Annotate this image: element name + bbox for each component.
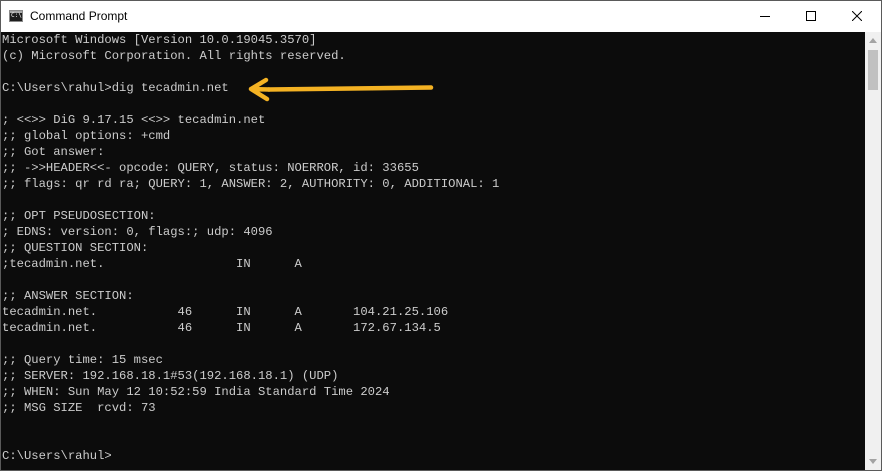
command-prompt-icon[interactable]: C:\ [9, 10, 23, 22]
arrow-left-icon [248, 77, 434, 102]
console-line: tecadmin.net. 46 IN A 104.21.25.106 [2, 305, 449, 319]
maximize-icon [806, 11, 816, 21]
console-line: ;; global options: +cmd [2, 129, 171, 143]
console-line: ; EDNS: version: 0, flags:; udp: 4096 [2, 225, 273, 239]
command-prompt-window: C:\ Command Prompt Microsoft Windows [Ve… [0, 0, 882, 471]
console-line: ;; OPT PSEUDOSECTION: [2, 209, 156, 223]
chevron-up-icon [869, 38, 877, 43]
vertical-scrollbar[interactable] [865, 32, 881, 470]
console-line: (c) Microsoft Corporation. All rights re… [2, 49, 346, 63]
console-line: ;tecadmin.net. IN A [2, 257, 302, 271]
console-line: ; <<>> DiG 9.17.15 <<>> tecadmin.net [2, 113, 266, 127]
console-line: ;; QUESTION SECTION: [2, 241, 149, 255]
chevron-down-icon [869, 459, 877, 464]
console-line: ;; ->>HEADER<<- opcode: QUERY, status: N… [2, 161, 419, 175]
console-prompt-line[interactable]: C:\Users\rahul> [2, 448, 499, 464]
close-icon [852, 11, 862, 21]
title-bar[interactable]: C:\ Command Prompt [1, 1, 881, 32]
console-line: Microsoft Windows [Version 10.0.19045.35… [2, 33, 317, 47]
scroll-up-button[interactable] [865, 32, 881, 49]
scroll-down-button[interactable] [865, 453, 881, 470]
maximize-button[interactable] [788, 1, 834, 31]
console-line: tecadmin.net. 46 IN A 172.67.134.5 [2, 321, 441, 335]
console-line: ;; MSG SIZE rcvd: 73 [2, 401, 156, 415]
console-line: ;; WHEN: Sun May 12 10:52:59 India Stand… [2, 385, 390, 399]
scrollbar-thumb[interactable] [868, 50, 878, 90]
close-button[interactable] [834, 1, 880, 31]
console-line: ;; Got answer: [2, 145, 105, 159]
window-title: Command Prompt [30, 9, 128, 23]
console-line: ;; SERVER: 192.168.18.1#53(192.168.18.1)… [2, 369, 339, 383]
app-icon-glyph: C:\ [11, 12, 22, 19]
console-line: ;; flags: qr rd ra; QUERY: 1, ANSWER: 2,… [2, 177, 500, 191]
console-line: ;; ANSWER SECTION: [2, 289, 134, 303]
console-line: ;; Query time: 15 msec [2, 353, 163, 367]
minimize-button[interactable] [742, 1, 788, 31]
minimize-icon [760, 16, 770, 17]
